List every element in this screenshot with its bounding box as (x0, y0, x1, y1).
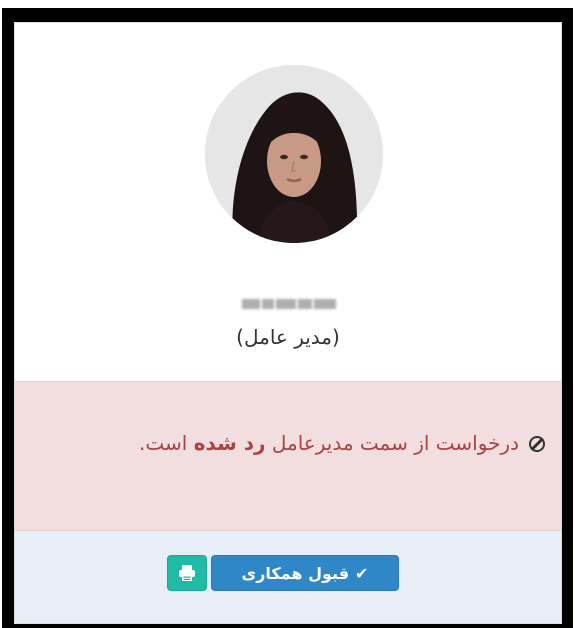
alert-text-after-bold: است. (139, 431, 194, 455)
profile-avatar (205, 65, 383, 243)
rejection-alert: درخواست از سمت مدیرعامل رد شده است. (15, 381, 561, 531)
accept-cooperation-label: قبول همکاری (241, 563, 350, 583)
user-role: (مدیر عامل) (236, 325, 340, 349)
accept-cooperation-button[interactable]: ✔ قبول همکاری (211, 555, 399, 591)
cooperation-request-card: (مدیر عامل) درخواست از سمت مدیرعامل رد ش… (14, 22, 562, 624)
print-icon (179, 565, 195, 581)
alert-status-rejected: رد شده (193, 431, 266, 455)
actions-footer: ✔ قبول همکاری (15, 531, 561, 623)
print-button[interactable] (167, 555, 207, 591)
check-icon: ✔ (355, 563, 369, 583)
blurred-user-name (235, 297, 343, 311)
alert-message: درخواست از سمت مدیرعامل رد شده است. (35, 424, 545, 462)
alert-text-before-bold: درخواست از سمت مدیرعامل (265, 431, 519, 455)
ban-icon (529, 436, 545, 452)
action-buttons: ✔ قبول همکاری (167, 555, 399, 591)
profile-section: (مدیر عامل) (15, 23, 561, 381)
